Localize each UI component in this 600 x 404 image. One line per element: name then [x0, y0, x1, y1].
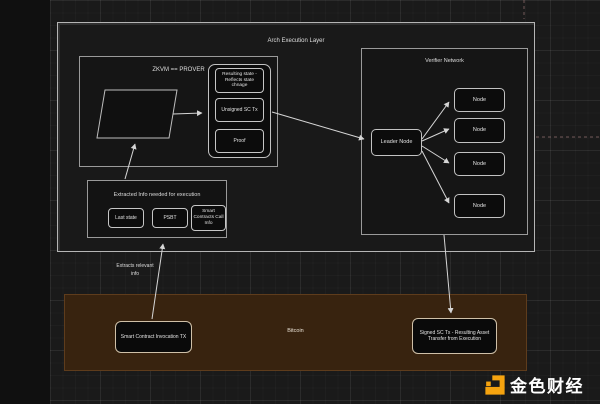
- verifier-node-box: Node: [454, 88, 505, 112]
- smart-contracts-call-info-box: Smart Contracts Call Info: [191, 205, 226, 231]
- extracts-relevant-info-label: Extracts relevant info: [113, 263, 157, 279]
- watermark-text: 金色财经: [510, 372, 584, 397]
- extracted-info-title: Extracted Info needed for execution: [87, 192, 227, 199]
- verifier-node-box: Node: [454, 152, 505, 176]
- smart-contract-label: Smart Contract: [97, 111, 177, 119]
- article-image-diagram: { "arch": { "title": "Arch Execution Lay…: [0, 0, 600, 404]
- resulting-state-box: Resulting state - Reflects state chnage: [215, 68, 264, 93]
- proof-box: Proof: [215, 129, 264, 153]
- last-state-box: Last state: [108, 208, 144, 228]
- jinse-logo-icon: [485, 375, 505, 395]
- smart-contract-invocation-tx-box: Smart Contract Invocation TX: [115, 321, 192, 353]
- verifier-network-title: Verifier Network: [423, 57, 466, 65]
- verifier-node-box: Node: [454, 118, 505, 143]
- leader-node-box: Leader Node: [371, 129, 422, 156]
- jinse-finance-watermark: 金色财经: [485, 372, 584, 397]
- unsigned-sc-tx-box: Unsigned SC Tx: [215, 98, 264, 122]
- verifier-node-box: Node: [454, 194, 505, 218]
- arch-execution-layer-title: Arch Execution Layer: [57, 38, 535, 46]
- signed-sc-tx-box: Signed SC Tx - Resulting Asset Transfer …: [412, 318, 497, 354]
- psbt-box: PSBT: [152, 208, 188, 228]
